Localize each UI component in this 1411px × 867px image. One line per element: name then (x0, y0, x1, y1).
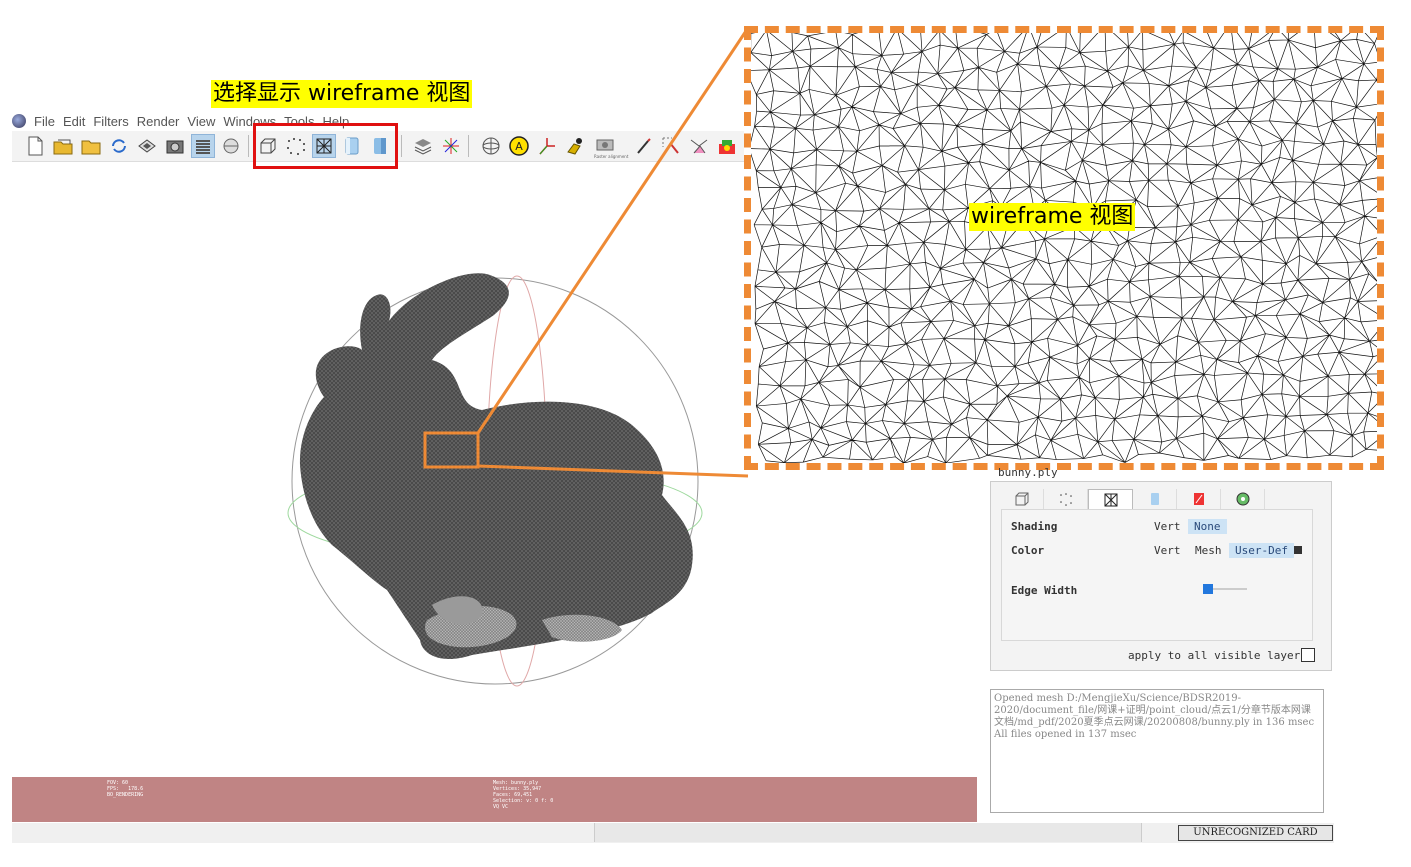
shading-none-option[interactable]: None (1188, 519, 1227, 534)
apply-all-checkbox[interactable] (1301, 648, 1315, 662)
annotation-wireframe-view: wireframe 视图 (969, 203, 1136, 231)
open-project-icon[interactable] (52, 135, 74, 157)
bbox-icon (1015, 492, 1028, 506)
color-label: Color (1011, 544, 1045, 557)
layer-name[interactable]: bunny.ply (998, 466, 1058, 479)
gpu-status: UNRECOGNIZED CARD (1178, 825, 1333, 841)
tab-options[interactable] (1221, 489, 1265, 509)
edge-width-label: Edge Width (1011, 584, 1078, 597)
meshlab-icon (12, 114, 26, 128)
menu-view[interactable]: View (187, 114, 215, 129)
reload-icon[interactable] (108, 135, 130, 157)
select-icon[interactable] (660, 135, 682, 157)
options-icon (1236, 492, 1249, 506)
camera-caption: Raster alignment (594, 154, 629, 159)
menu-render[interactable]: Render (137, 114, 180, 129)
bbox-icon[interactable] (220, 135, 242, 157)
measure-icon[interactable] (536, 135, 558, 157)
texture-icon[interactable] (716, 135, 738, 157)
snapshot-icon[interactable] (164, 135, 186, 157)
log-line-1: Opened mesh D:/MengjieXu/Science/BDSR201… (994, 693, 1315, 728)
points-icon (1059, 493, 1072, 506)
texture-icon (1193, 493, 1204, 505)
shading-vert-option[interactable]: Vert (1154, 520, 1181, 533)
layers-stack-icon[interactable] (412, 135, 434, 157)
tab-wireframe[interactable] (1088, 489, 1133, 511)
render-mode-tabs (1000, 489, 1314, 511)
svg-text:A: A (515, 140, 523, 153)
trackball-icon[interactable] (480, 135, 502, 157)
wireframe-edges (751, 33, 1377, 463)
open-icon[interactable] (80, 135, 102, 157)
log-line-2: All files opened in 137 msec (994, 729, 1137, 740)
apply-all-label: apply to all visible layers (1128, 649, 1307, 662)
save-icon[interactable] (136, 135, 158, 157)
log-output: Opened mesh D:/MengjieXu/Science/BDSR201… (990, 689, 1324, 813)
shading-label: Shading (1011, 520, 1058, 533)
menu-file[interactable]: File (34, 114, 55, 129)
annotation-select-wireframe: 选择显示 wireframe 视图 (211, 80, 473, 108)
status-progress (594, 823, 1142, 842)
menu-filters[interactable]: Filters (93, 114, 128, 129)
color-vert-option[interactable]: Vert (1154, 544, 1181, 557)
wireframe-zoom-panel: wireframe 视图 (744, 26, 1384, 470)
color-swatch[interactable] (1294, 546, 1302, 554)
wireframe-detail (751, 33, 1377, 463)
color-userdef-option[interactable]: User-Def (1229, 543, 1294, 558)
tools-icon[interactable] (688, 135, 710, 157)
info-center: Mesh: bunny.ply Vertices: 35,947 Faces: … (493, 780, 554, 810)
tab-texture[interactable] (1177, 489, 1221, 509)
tab-points[interactable] (1044, 489, 1088, 509)
info-left: FOV: 60 FPS: 178.6 BO_RENDERING (107, 780, 144, 798)
paint-icon[interactable] (632, 135, 654, 157)
flat-icon (1150, 493, 1159, 505)
color-mesh-option[interactable]: Mesh (1195, 544, 1222, 557)
menu-edit[interactable]: Edit (63, 114, 85, 129)
wireframe-icon (1104, 493, 1117, 507)
layers-icon[interactable] (191, 134, 215, 158)
tab-bbox[interactable] (1000, 489, 1044, 509)
new-icon[interactable] (24, 135, 46, 157)
color-icon[interactable] (564, 135, 586, 157)
edge-width-slider-thumb[interactable] (1203, 584, 1213, 594)
tab-flat[interactable] (1133, 489, 1177, 509)
axes-icon[interactable] (440, 135, 462, 157)
annotation-icon[interactable]: A (508, 135, 530, 157)
render-mode-highlight (253, 123, 398, 169)
